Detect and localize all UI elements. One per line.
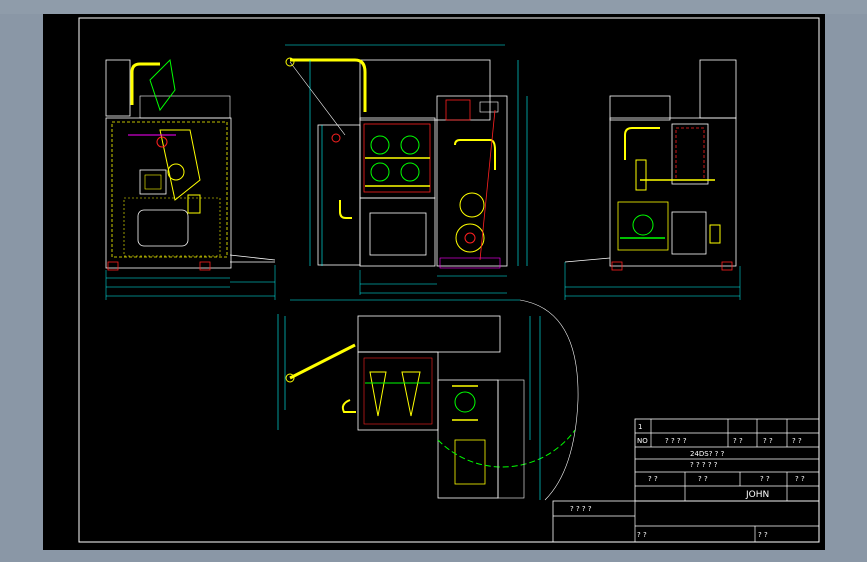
title-header-name: ? ? ? ? bbox=[665, 437, 687, 445]
front-view bbox=[285, 44, 528, 295]
right-side-view bbox=[564, 59, 741, 300]
side-label: ? ? ? ? bbox=[570, 505, 592, 513]
title-block: 1 NO ? ? ? ? ? ? ? ? ? ? 24DS? ? ? ? ? ?… bbox=[552, 418, 820, 543]
title-header-qty: ? ? bbox=[733, 437, 743, 445]
title-label-c: ? ? bbox=[760, 475, 770, 483]
bottom-right-label: ? ? bbox=[758, 531, 768, 539]
left-side-view bbox=[105, 58, 276, 300]
title-label-a: ? ? bbox=[648, 475, 658, 483]
title-header-remark: ? ? bbox=[792, 437, 802, 445]
title-label-d: ? ? bbox=[795, 475, 805, 483]
designer-name: JOHN bbox=[745, 490, 769, 500]
title-header-no: NO bbox=[637, 437, 648, 445]
title-header-material: ? ? bbox=[763, 437, 773, 445]
drawing-code: 24DS? ? ? bbox=[690, 450, 725, 458]
drawing-name: ? ? ? ? ? bbox=[690, 461, 718, 469]
title-row-number: 1 bbox=[638, 423, 642, 431]
title-label-b: ? ? bbox=[698, 475, 708, 483]
bottom-left-label: ? ? bbox=[637, 531, 647, 539]
cad-drawing: 1 NO ? ? ? ? ? ? ? ? ? ? 24DS? ? ? ? ? ?… bbox=[78, 17, 820, 543]
plan-view bbox=[277, 299, 579, 501]
